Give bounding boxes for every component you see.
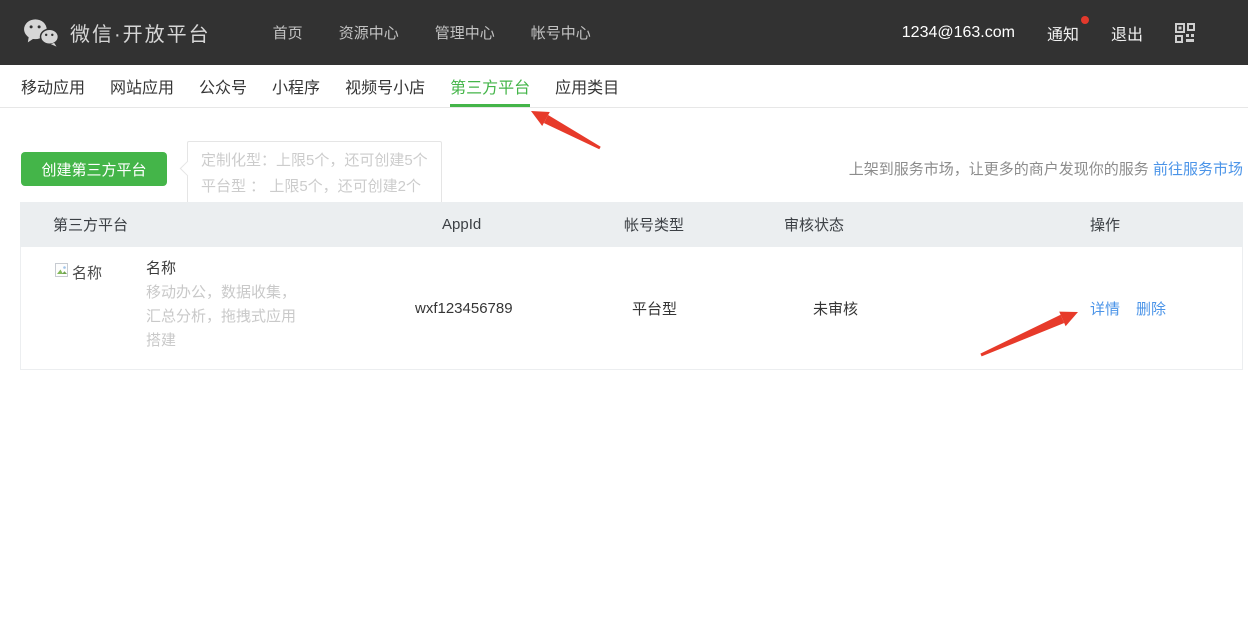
topbar: 微信·开放平台 首页 资源中心 管理中心 帐号中心 1234@163.com 通… bbox=[0, 0, 1248, 65]
nav-account-center[interactable]: 帐号中心 bbox=[531, 22, 591, 43]
table-row: 名称 名称 移动办公，数据收集， 汇总分析，拖拽式应用 搭建 wxf123456… bbox=[20, 247, 1243, 370]
broken-image-icon bbox=[54, 262, 70, 278]
platform-logo: 名称 bbox=[54, 257, 146, 357]
quota-tooltip-line2: 平台型 ： 上限5个，还可创建2个 bbox=[201, 174, 428, 200]
qr-code-icon bbox=[1175, 23, 1195, 43]
main-content: 创建第三方平台 定制化型：上限5个，还可创建5个 平台型 ： 上限5个，还可创建… bbox=[0, 108, 1248, 627]
column-header-account-type: 帐号类型 bbox=[624, 214, 784, 235]
column-header-platform: 第三方平台 bbox=[20, 214, 414, 235]
top-nav: 首页 资源中心 管理中心 帐号中心 bbox=[273, 22, 591, 43]
delete-link[interactable]: 删除 bbox=[1136, 298, 1166, 319]
notification-dot bbox=[1081, 16, 1089, 24]
brand-title: 微信·开放平台 bbox=[70, 18, 211, 47]
cell-audit-status: 未审核 bbox=[785, 247, 1015, 369]
app-type-tabbar: 移动应用 网站应用 公众号 小程序 视频号小店 第三方平台 应用类目 bbox=[0, 65, 1248, 108]
service-market-promo: 上架到服务市场，让更多的商户发现你的服务 前往服务市场 bbox=[849, 158, 1243, 179]
tab-mini-program[interactable]: 小程序 bbox=[272, 65, 320, 108]
tab-third-party-platform[interactable]: 第三方平台 bbox=[450, 65, 530, 108]
annotation-arrow-to-tab bbox=[525, 107, 605, 153]
platform-name: 名称 bbox=[146, 257, 296, 281]
brand: 微信·开放平台 bbox=[22, 17, 211, 49]
wechat-logo-icon bbox=[22, 17, 60, 49]
tab-mobile-app[interactable]: 移动应用 bbox=[21, 65, 85, 108]
tab-channels-shop[interactable]: 视频号小店 bbox=[345, 65, 425, 108]
platform-logo-alt-text: 名称 bbox=[72, 262, 102, 283]
tab-official-account[interactable]: 公众号 bbox=[199, 65, 247, 108]
platform-desc-line3: 搭建 bbox=[146, 329, 296, 353]
nav-resource-center[interactable]: 资源中心 bbox=[339, 22, 399, 43]
logout-link[interactable]: 退出 bbox=[1111, 21, 1143, 45]
tab-website-app[interactable]: 网站应用 bbox=[110, 65, 174, 108]
account-email: 1234@163.com bbox=[902, 24, 1015, 42]
platform-table: 第三方平台 AppId 帐号类型 审核状态 操作 名称 名称 bbox=[20, 202, 1243, 370]
qr-code-button[interactable] bbox=[1175, 23, 1195, 43]
cell-actions: 详情 删除 bbox=[1015, 247, 1242, 369]
cell-appid: wxf123456789 bbox=[415, 247, 625, 369]
nav-management-center[interactable]: 管理中心 bbox=[435, 22, 495, 43]
detail-link[interactable]: 详情 bbox=[1090, 298, 1120, 319]
go-to-service-market-link[interactable]: 前往服务市场 bbox=[1153, 161, 1243, 178]
table-header-row: 第三方平台 AppId 帐号类型 审核状态 操作 bbox=[20, 202, 1243, 247]
platform-info: 名称 移动办公，数据收集， 汇总分析，拖拽式应用 搭建 bbox=[146, 257, 296, 357]
column-header-actions: 操作 bbox=[1014, 214, 1243, 235]
topbar-right: 1234@163.com 通知 退出 bbox=[902, 21, 1195, 45]
cell-platform: 名称 名称 移动办公，数据收集， 汇总分析，拖拽式应用 搭建 bbox=[21, 247, 415, 369]
platform-desc-line1: 移动办公，数据收集， bbox=[146, 281, 296, 305]
cell-account-type: 平台型 bbox=[625, 247, 785, 369]
column-header-audit-status: 审核状态 bbox=[784, 214, 1014, 235]
quota-tooltip: 定制化型：上限5个，还可创建5个 平台型 ： 上限5个，还可创建2个 bbox=[187, 141, 442, 207]
platform-desc-line2: 汇总分析，拖拽式应用 bbox=[146, 305, 296, 329]
notifications-label: 通知 bbox=[1047, 27, 1079, 44]
notifications-link[interactable]: 通知 bbox=[1047, 21, 1079, 45]
tab-app-category[interactable]: 应用类目 bbox=[555, 65, 619, 108]
nav-home[interactable]: 首页 bbox=[273, 22, 303, 43]
create-third-party-platform-button[interactable]: 创建第三方平台 bbox=[21, 152, 167, 186]
quota-tooltip-line1: 定制化型：上限5个，还可创建5个 bbox=[201, 148, 428, 174]
column-header-appid: AppId bbox=[414, 216, 624, 233]
service-market-text: 上架到服务市场，让更多的商户发现你的服务 bbox=[849, 161, 1149, 178]
